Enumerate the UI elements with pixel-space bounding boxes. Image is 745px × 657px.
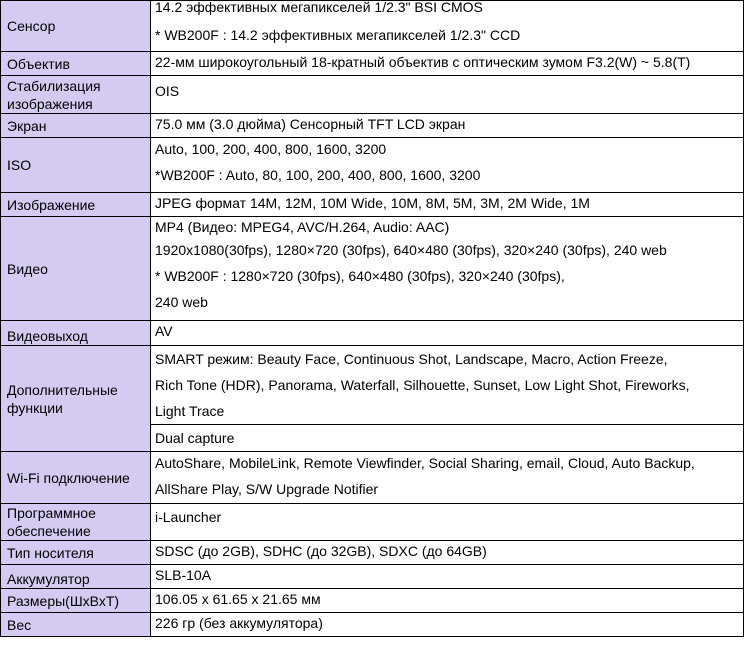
spec-label: Изображение [0, 192, 151, 217]
spec-value: Auto, 100, 200, 400, 800, 1600, 3200 *WB… [150, 137, 744, 193]
spec-value: SLB-10A [150, 564, 744, 589]
spec-row-wifi: Wi-Fi подключение AutoShare, MobileLink,… [0, 451, 744, 504]
spec-label: Дополнительные функции [0, 345, 151, 452]
spec-row-dimensions: Размеры(ШхВхТ) 106.05 x 61.65 x 21.65 мм [0, 588, 744, 613]
spec-label: Видеовыход [0, 320, 151, 346]
spec-value: 14.2 эффективных мегапикселей 1/2.3" BSI… [150, 0, 744, 52]
spec-value-line: Auto, 100, 200, 400, 800, 1600, 3200 [155, 141, 387, 157]
spec-label: Программное обеспечение [0, 503, 151, 541]
spec-value-line: SMART режим: Beauty Face, Continuous Sho… [155, 351, 668, 367]
spec-value-line: 75.0 мм (3.0 дюйма) Сенсорный TFT LCD эк… [155, 116, 466, 132]
spec-label: Вес [0, 612, 151, 637]
spec-value: MP4 (Видео: MPEG4, AVC/H.264, Audio: AAC… [150, 216, 744, 321]
spec-value-line: Dual capture [155, 430, 235, 446]
spec-label: Сенсор [0, 0, 151, 52]
spec-value: SMART режим: Beauty Face, Continuous Sho… [150, 345, 744, 425]
spec-label: Аккумулятор [0, 564, 151, 589]
spec-value-line: 240 web [155, 294, 208, 310]
spec-value: AutoShare, MobileLink, Remote Viewfinder… [150, 451, 744, 504]
spec-row-extra-functions: Дополнительные функции SMART режим: Beau… [0, 345, 744, 452]
spec-row-stabilization: Стабилизация изображения OIS [0, 75, 744, 114]
spec-label: Видео [0, 216, 151, 321]
spec-row-screen: Экран 75.0 мм (3.0 дюйма) Сенсорный TFT … [0, 113, 744, 138]
spec-value: 75.0 мм (3.0 дюйма) Сенсорный TFT LCD эк… [150, 113, 744, 138]
spec-row-lens: Объектив 22-мм широкоугольный 18-кратный… [0, 51, 744, 76]
spec-value-line: *WB200F : Auto, 80, 100, 200, 400, 800, … [155, 167, 481, 183]
spec-value-line: 1920x1080(30fps), 1280×720 (30fps), 640×… [155, 242, 667, 258]
spec-row-video-out: Видеовыход AV [0, 320, 744, 346]
spec-value: AV [150, 320, 744, 346]
spec-value: Dual capture [150, 424, 744, 452]
spec-value-line: * WB200F : 14.2 эффективных мегапикселей… [155, 27, 521, 43]
spec-row-battery: Аккумулятор SLB-10A [0, 564, 744, 589]
spec-row-software: Программное обеспечение i-Launcher [0, 503, 744, 541]
spec-row-iso: ISO Auto, 100, 200, 400, 800, 1600, 3200… [0, 137, 744, 193]
spec-value-line: * WB200F : 1280×720 (30fps), 640×480 (30… [155, 268, 565, 284]
spec-table: Сенсор 14.2 эффективных мегапикселей 1/2… [0, 0, 744, 637]
spec-value-line: AutoShare, MobileLink, Remote Viewfinder… [155, 455, 695, 471]
spec-label: Объектив [0, 51, 151, 76]
spec-value: 226 гр (без аккумулятора) [150, 612, 744, 637]
spec-value-line: 106.05 x 61.65 x 21.65 мм [155, 591, 321, 607]
spec-label: Стабилизация изображения [0, 75, 151, 114]
spec-value-line: MP4 (Видео: MPEG4, AVC/H.264, Audio: AAC… [155, 219, 450, 235]
spec-row-weight: Вес 226 гр (без аккумулятора) [0, 612, 744, 637]
spec-value-line: OIS [155, 83, 180, 99]
spec-value: JPEG формат 14M, 12M, 10M Wide, 10M, 8M,… [150, 192, 744, 217]
spec-value-line: SLB-10A [155, 567, 212, 583]
spec-value-line: Light Trace [155, 403, 225, 419]
spec-value: i-Launcher [150, 503, 744, 541]
spec-label: Wi-Fi подключение [0, 451, 151, 504]
spec-label: Экран [0, 113, 151, 138]
spec-value: OIS [150, 75, 744, 114]
spec-row-image: Изображение JPEG формат 14M, 12M, 10M Wi… [0, 192, 744, 217]
spec-table-body: Сенсор 14.2 эффективных мегапикселей 1/2… [0, 0, 744, 637]
spec-label: Размеры(ШхВхТ) [0, 588, 151, 613]
spec-label: ISO [0, 137, 151, 193]
spec-row-media-type: Тип носителя SDSC (до 2GB), SDHC (до 32G… [0, 540, 744, 565]
spec-value-line: SDSC (до 2GB), SDHC (до 32GB), SDXC (до … [155, 543, 487, 559]
spec-value-line: 14.2 эффективных мегапикселей 1/2.3" BSI… [155, 0, 483, 16]
spec-value-line: 22-мм широкоугольный 18-кратный объектив… [155, 54, 691, 70]
spec-value-line: AV [155, 323, 173, 339]
spec-value-line: JPEG формат 14M, 12M, 10M Wide, 10M, 8M,… [155, 195, 590, 211]
spec-value-line: AllShare Play, S/W Upgrade Notifier [155, 481, 379, 497]
spec-value: 22-мм широкоугольный 18-кратный объектив… [150, 51, 744, 76]
spec-value: SDSC (до 2GB), SDHC (до 32GB), SDXC (до … [150, 540, 744, 565]
spec-value: 106.05 x 61.65 x 21.65 мм [150, 588, 744, 613]
spec-value-line: 226 гр (без аккумулятора) [155, 615, 323, 631]
spec-row-video: Видео MP4 (Видео: MPEG4, AVC/H.264, Audi… [0, 216, 744, 321]
spec-value-line: i-Launcher [155, 509, 222, 525]
spec-row-sensor: Сенсор 14.2 эффективных мегапикселей 1/2… [0, 0, 744, 52]
spec-value-line: Rich Tone (HDR), Panorama, Waterfall, Si… [155, 377, 690, 393]
spec-label: Тип носителя [0, 540, 151, 565]
